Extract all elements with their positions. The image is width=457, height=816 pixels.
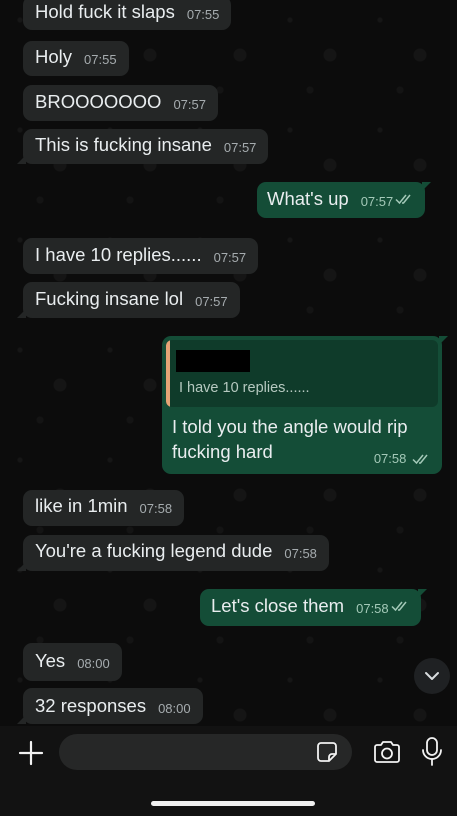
message-time: 07:57 <box>213 250 247 265</box>
message-bubble-incoming[interactable]: Fucking insane lol 07:57 <box>17 282 240 318</box>
microphone-icon[interactable] <box>421 736 443 768</box>
message-bubble-incoming[interactable]: This is fucking insane 07:57 <box>16 129 269 164</box>
message-time: 07:55 <box>84 52 117 67</box>
quote-accent-bar <box>166 340 170 407</box>
message-bubble-outgoing[interactable]: What's up 07:57 <box>257 182 432 218</box>
message-time: 07:58 <box>374 451 432 466</box>
message-time: 08:00 <box>77 656 110 671</box>
message-bubble-outgoing[interactable]: Let's close them 07:58 <box>200 589 427 626</box>
chevron-down-icon <box>425 672 439 680</box>
message-time: 07:57 <box>223 140 257 155</box>
message-text: Fucking insane lol <box>35 288 184 309</box>
chat-area[interactable]: Hold fuck it slaps 07:55 Holy 07:55 BROOOO… <box>0 0 457 726</box>
redacted-author-name <box>176 350 250 372</box>
message-time: 07:55 <box>186 7 220 22</box>
message-text: You're a fucking legend dude <box>35 540 273 561</box>
message-text: Let's close them <box>211 595 345 616</box>
message-bubble-incoming[interactable]: I have 10 replies...... 07:57 <box>23 238 259 274</box>
message-bubble-incoming[interactable]: Hold fuck it slaps 07:55 <box>23 0 232 30</box>
message-text: BROOOOOOO <box>35 91 162 112</box>
message-time: 07:58 <box>139 501 173 516</box>
double-check-icon <box>395 194 411 205</box>
double-check-icon <box>391 601 407 612</box>
message-text: 32 responses <box>35 695 147 716</box>
scroll-to-bottom-button[interactable] <box>414 658 450 694</box>
message-bubble-incoming[interactable]: BROOOOOOO 07:57 <box>23 85 218 121</box>
message-bubble-incoming[interactable]: Yes 08:00 <box>23 643 122 681</box>
reply-message-bubble[interactable]: I have 10 replies...... I told you the a… <box>162 336 448 474</box>
message-bubble-incoming[interactable]: You're a fucking legend dude 07:58 <box>17 535 329 571</box>
message-text: This is fucking insane <box>35 134 212 155</box>
double-check-icon <box>412 454 428 464</box>
message-text: Yes <box>35 650 66 671</box>
sticker-icon[interactable] <box>316 741 338 763</box>
message-time: 07:57 <box>195 294 228 309</box>
message-time: 08:00 <box>158 701 191 716</box>
message-time: 07:58 <box>356 601 389 616</box>
camera-icon[interactable] <box>372 740 402 764</box>
reply-time-text: 07:58 <box>373 451 407 466</box>
message-time: 07:57 <box>360 194 394 209</box>
message-text: Hold fuck it slaps <box>35 1 175 22</box>
quoted-text: I have 10 replies...... <box>179 380 310 396</box>
message-text: Holy <box>35 46 73 67</box>
home-indicator <box>151 801 315 806</box>
message-input[interactable] <box>59 734 352 770</box>
message-time: 07:57 <box>173 97 206 112</box>
message-bubble-incoming[interactable]: like in 1min 07:58 <box>23 490 185 526</box>
message-text: What's up <box>267 188 349 209</box>
quoted-message[interactable]: I have 10 replies...... <box>166 340 438 407</box>
message-bubble-incoming[interactable]: Holy 07:55 <box>23 41 129 76</box>
message-text: I have 10 replies...... <box>35 244 202 265</box>
message-text: like in 1min <box>35 495 128 516</box>
message-bubble-incoming[interactable]: 32 responses 08:00 <box>17 688 203 724</box>
message-time: 07:58 <box>284 546 317 561</box>
plus-icon[interactable] <box>16 738 46 768</box>
